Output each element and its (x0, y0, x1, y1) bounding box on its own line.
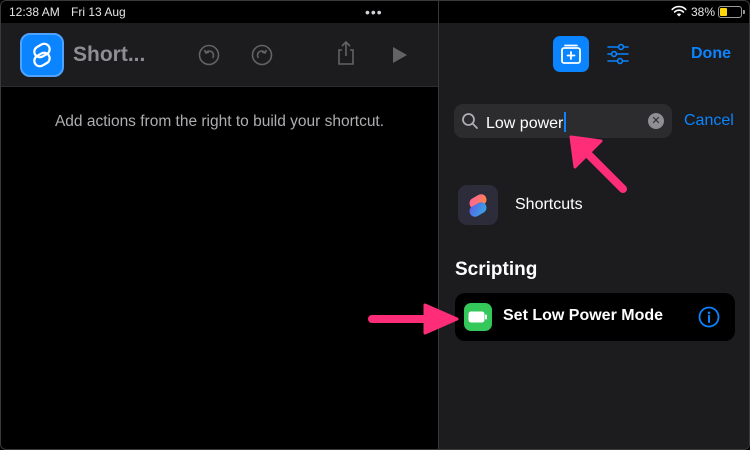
sliders-icon (607, 43, 629, 65)
status-bar: 12:38 AM Fri 13 Aug ••• 38% (1, 1, 749, 23)
shortcut-title[interactable]: Short... (73, 43, 145, 67)
shortcut-glyph-icon[interactable] (20, 33, 64, 77)
share-icon (338, 40, 354, 65)
battery-icon (718, 6, 745, 18)
battery-action-icon (464, 303, 492, 331)
info-icon[interactable] (698, 306, 720, 328)
action-label: Set Low Power Mode (503, 307, 664, 324)
done-button[interactable]: Done (691, 45, 731, 63)
editor-empty-hint: Add actions from the right to build your… (54, 113, 385, 130)
redo-button[interactable] (250, 43, 274, 67)
run-button[interactable] (387, 43, 411, 67)
undo-icon (198, 44, 220, 66)
shortcuts-app-icon (458, 185, 498, 225)
redo-icon (251, 44, 273, 66)
text-caret (564, 112, 567, 132)
app-result-shortcuts[interactable]: Shortcuts (458, 185, 738, 225)
battery-level-fill (720, 8, 727, 16)
status-time: 12:38 AM (9, 5, 60, 19)
editor-toolbar: Short... (1, 23, 438, 87)
shortcut-editor: Short... Add actions from the right to b… (1, 23, 438, 449)
share-button[interactable] (334, 40, 358, 65)
library-toolbar: Done (439, 23, 749, 87)
tab-actions[interactable] (553, 36, 589, 72)
action-library-panel: Done Low power ✕ Cancel Shortcuts Script… (439, 23, 749, 449)
wifi-icon (671, 5, 687, 17)
search-input[interactable]: Low power ✕ (454, 104, 672, 138)
section-heading-scripting: Scripting (455, 259, 538, 280)
action-set-low-power-mode[interactable]: Set Low Power Mode (455, 293, 735, 341)
app-result-label: Shortcuts (515, 196, 583, 213)
cancel-search-button[interactable]: Cancel (684, 112, 734, 130)
ipad-screen: 12:38 AM Fri 13 Aug ••• 38% Short... Add… (0, 0, 750, 450)
search-input-text: Low power (486, 112, 567, 133)
battery-percentage: 38% (691, 5, 716, 19)
shortcuts-logo-icon (33, 42, 51, 68)
status-date: Fri 13 Aug (71, 5, 126, 19)
multitasking-dots[interactable]: ••• (365, 4, 383, 20)
add-action-icon (561, 44, 581, 64)
undo-button[interactable] (197, 43, 221, 67)
tab-settings[interactable] (605, 41, 631, 67)
clear-search-icon[interactable]: ✕ (648, 113, 664, 129)
search-icon (462, 113, 478, 129)
play-icon (393, 47, 407, 63)
